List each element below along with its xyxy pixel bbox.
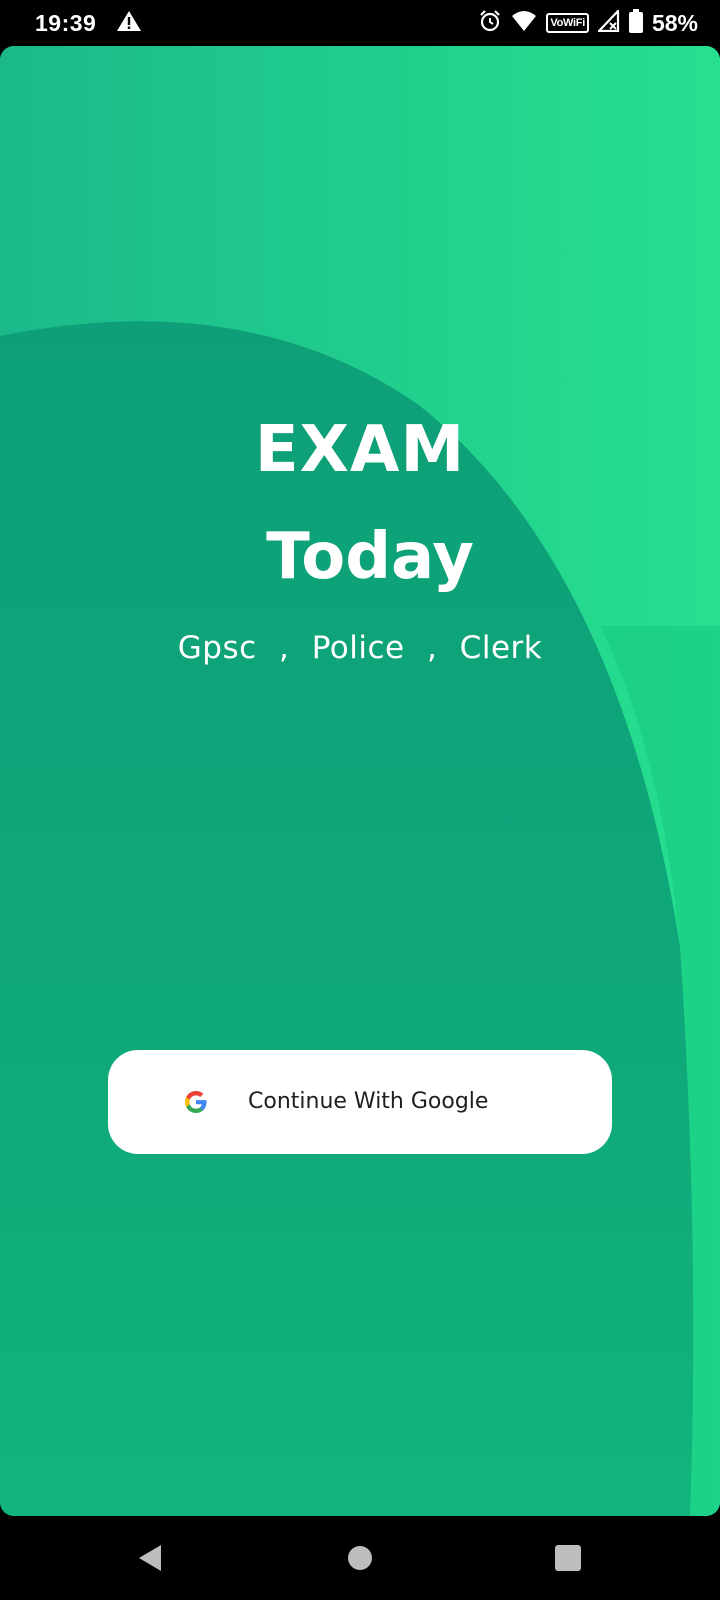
alarm-icon bbox=[478, 9, 502, 38]
recents-icon[interactable] bbox=[552, 1542, 584, 1574]
vowifi-badge: VoWiFi bbox=[546, 13, 589, 33]
google-button-label: Continue With Google bbox=[248, 1089, 489, 1114]
signal-icon bbox=[596, 7, 620, 37]
status-left: 19:39 bbox=[35, 10, 142, 37]
back-icon[interactable] bbox=[135, 1542, 167, 1574]
background-curve bbox=[0, 46, 720, 1516]
google-icon bbox=[184, 1090, 208, 1114]
continue-with-google-button[interactable]: Continue With Google bbox=[108, 1050, 612, 1154]
status-right: VoWiFi 58% bbox=[478, 7, 698, 38]
home-icon[interactable] bbox=[344, 1542, 376, 1574]
app-title-today: Today bbox=[266, 520, 474, 594]
clock: 19:39 bbox=[35, 9, 97, 36]
app-title-exam: EXAM bbox=[254, 413, 466, 487]
navigation-bar bbox=[0, 1516, 720, 1600]
status-bar: 19:39 VoWiFi 58% bbox=[0, 0, 720, 46]
login-screen: EXAM Today Gpsc , Police , Clerk Continu… bbox=[0, 46, 720, 1516]
phone-screen: 19:39 VoWiFi 58% EXAM Today Gpsc , Polic… bbox=[0, 0, 720, 1600]
wifi-icon bbox=[511, 10, 537, 37]
exam-categories: Gpsc , Police , Clerk bbox=[177, 630, 543, 666]
battery-percent: 58% bbox=[651, 9, 698, 36]
warning-icon bbox=[116, 10, 142, 37]
battery-icon bbox=[628, 8, 643, 38]
